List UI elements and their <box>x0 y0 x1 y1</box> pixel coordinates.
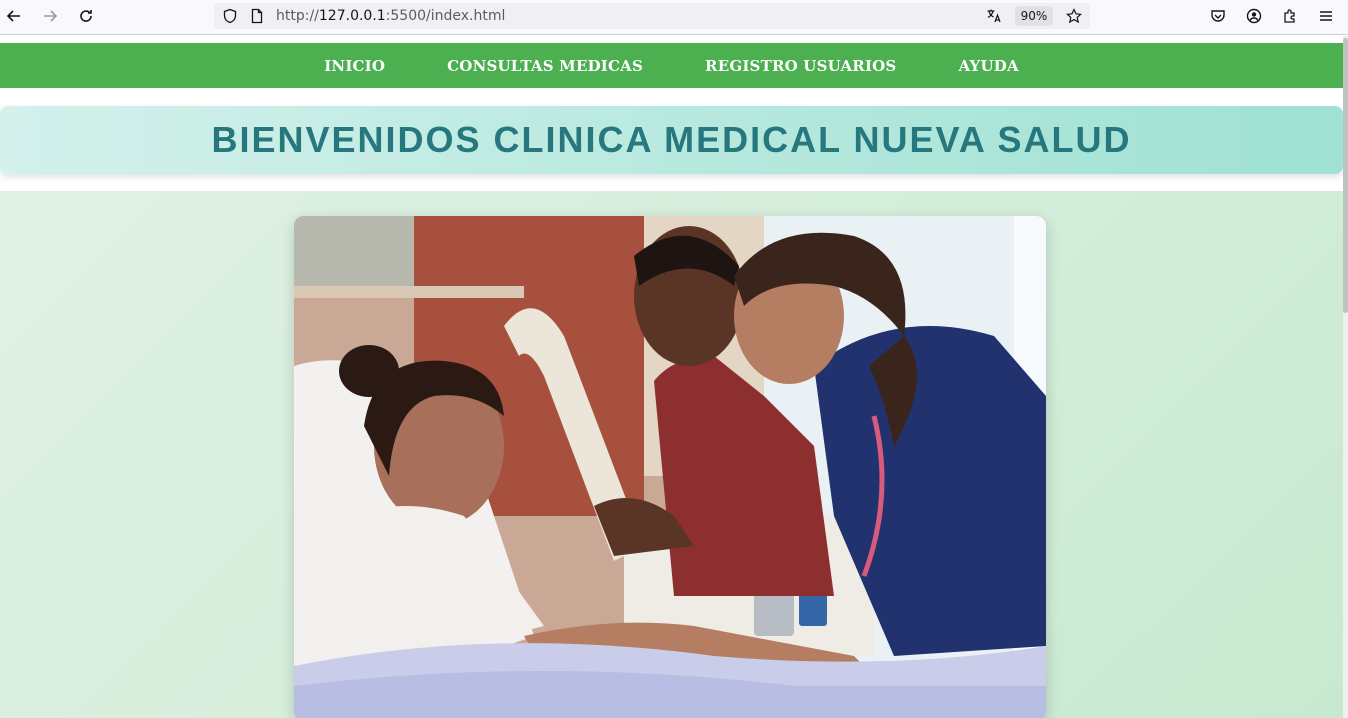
account-icon <box>1246 8 1262 24</box>
clinic-hero-photo <box>294 216 1046 718</box>
reload-button[interactable] <box>72 4 100 28</box>
page-scrollbar[interactable] <box>1343 36 1348 718</box>
url-bar[interactable]: http://127.0.0.1:5500/index.html 90% <box>214 3 1090 29</box>
extensions-icon <box>1284 9 1295 23</box>
shield-icon[interactable] <box>222 8 238 24</box>
forward-button[interactable] <box>36 4 64 28</box>
menu-icon <box>1320 11 1332 21</box>
back-button[interactable] <box>0 4 28 28</box>
page-icon <box>251 8 263 24</box>
page-viewport: INICIO CONSULTAS MEDICAS REGISTRO USUARI… <box>0 36 1348 718</box>
nav-inicio[interactable]: INICIO <box>324 57 385 75</box>
forward-arrow-icon <box>44 10 58 22</box>
translate-icon[interactable] <box>986 8 1002 24</box>
url-host: 127.0.0.1 <box>318 8 386 24</box>
back-arrow-icon <box>6 10 20 22</box>
url-prefix: http:// <box>276 8 319 24</box>
app-menu-button[interactable] <box>1312 4 1340 28</box>
url-path: :5500/index.html <box>385 8 506 24</box>
reload-icon <box>80 10 92 22</box>
browser-toolbar: http://127.0.0.1:5500/index.html 90% <box>0 0 1348 35</box>
nav-consultas-medicas[interactable]: CONSULTAS MEDICAS <box>447 57 643 75</box>
welcome-banner: BIENVENIDOS CLINICA MEDICAL NUEVA SALUD <box>0 106 1343 174</box>
account-button[interactable] <box>1240 4 1268 28</box>
zoom-level-badge[interactable]: 90% <box>1015 6 1053 26</box>
pocket-button[interactable] <box>1204 4 1232 28</box>
pocket-icon <box>1211 10 1225 22</box>
page-title: BIENVENIDOS CLINICA MEDICAL NUEVA SALUD <box>211 119 1132 160</box>
extensions-button[interactable] <box>1276 4 1304 28</box>
nav-ayuda[interactable]: AYUDA <box>958 57 1018 75</box>
main-navbar: INICIO CONSULTAS MEDICAS REGISTRO USUARI… <box>0 43 1343 88</box>
hospital-scene-illustration <box>294 216 1046 718</box>
url-text[interactable]: http://127.0.0.1:5500/index.html <box>276 8 505 24</box>
scrollbar-thumb[interactable] <box>1343 38 1348 313</box>
star-icon[interactable] <box>1066 8 1082 24</box>
nav-registro-usuarios[interactable]: REGISTRO USUARIOS <box>705 57 896 75</box>
